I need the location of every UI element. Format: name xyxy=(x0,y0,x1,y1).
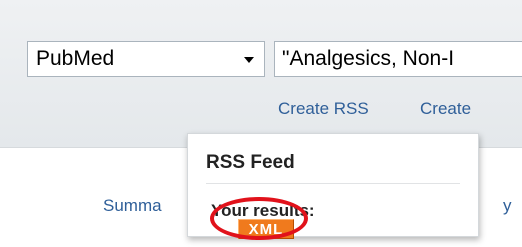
highlight-circle xyxy=(210,197,308,240)
search-input-value: "Analgesics, Non-I xyxy=(282,47,455,70)
chevron-down-icon xyxy=(244,57,254,63)
database-select-value: PubMed xyxy=(36,47,115,70)
divider xyxy=(206,183,460,184)
search-bar: PubMed "Analgesics, Non-I Create RSS Cre… xyxy=(0,0,522,148)
summary-view-link[interactable]: Summa xyxy=(103,196,162,216)
create-alert-link[interactable]: Create xyxy=(420,99,471,119)
rss-feed-title: RSS Feed xyxy=(206,152,295,173)
database-select[interactable]: PubMed xyxy=(27,41,265,77)
create-rss-link[interactable]: Create RSS xyxy=(278,99,369,119)
search-input[interactable]: "Analgesics, Non-I xyxy=(274,41,522,77)
view-link-partial[interactable]: y xyxy=(503,196,512,216)
